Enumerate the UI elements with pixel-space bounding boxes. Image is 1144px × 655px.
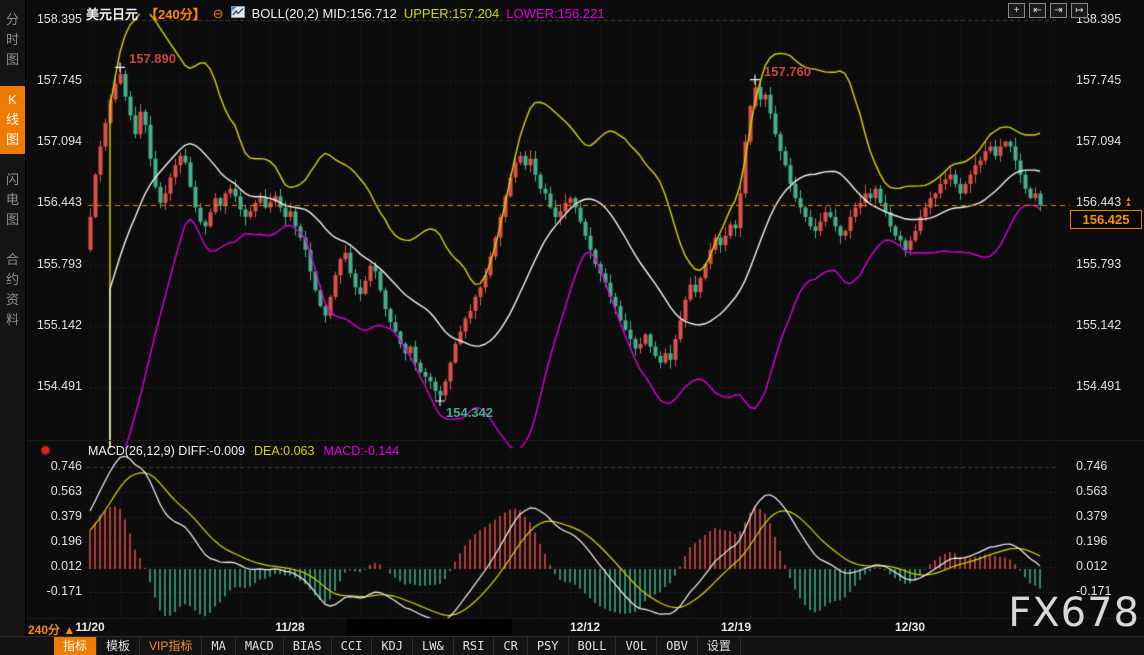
price-axis-label: 156.443 <box>24 195 82 209</box>
sidebar-item-flash[interactable]: 闪电图 <box>0 166 25 234</box>
boll-upper-readout: UPPER:157.204 <box>404 6 499 21</box>
goto-latest-icon[interactable]: ↦ <box>1071 3 1088 18</box>
boll-mid-readout: BOLL(20,2) MID:156.712 <box>252 6 397 21</box>
toolbar-tab-lw&[interactable]: LW& <box>413 637 454 655</box>
toolbar-tab-vol[interactable]: VOL <box>616 637 657 655</box>
macd-axis-label: 0.012 <box>1076 559 1142 573</box>
crosshair-icon[interactable]: + <box>1008 3 1025 18</box>
date-axis-label: 11/28 <box>262 620 318 634</box>
toolbar-tab-cr[interactable]: CR <box>494 637 527 655</box>
toolbar-tab-psy[interactable]: PSY <box>528 637 569 655</box>
chart-tools: + ⇤ ⇥ ↦ <box>1008 3 1088 18</box>
macd-axis-label: -0.171 <box>1076 584 1142 598</box>
toolbar-tab-cci[interactable]: CCI <box>332 637 373 655</box>
price-axis-label: 157.745 <box>24 73 82 87</box>
toolbar-tab-boll[interactable]: BOLL <box>569 637 617 655</box>
macd-axis-label: 0.196 <box>1076 534 1142 548</box>
macd-axis-label: 0.563 <box>1076 484 1142 498</box>
toolbar-tab-ma[interactable]: MA <box>202 637 235 655</box>
macd-dea-readout: DEA:0.063 <box>254 444 314 458</box>
macd-axis-label: 0.012 <box>24 559 82 573</box>
price-axis-label: 155.793 <box>24 257 82 271</box>
redaction-box <box>347 619 512 636</box>
toolbar-tab-bias[interactable]: BIAS <box>284 637 332 655</box>
price-up-marker-icon: ▲▲ <box>1125 197 1132 207</box>
price-axis-label: 157.094 <box>1076 134 1142 148</box>
compress-scale-icon[interactable]: ⇤ <box>1029 3 1046 18</box>
high-price-annotation: 157.890 <box>129 51 176 66</box>
indicator-settings-icon[interactable]: ✹ <box>40 443 51 459</box>
symbol-title: 美元日元 <box>86 4 138 23</box>
toolbar-tab-macd[interactable]: MACD <box>236 637 284 655</box>
macd-axis-label: -0.171 <box>24 584 82 598</box>
price-axis-label: 155.793 <box>1076 257 1142 271</box>
chart-header: 美元日元 【240分】 ⊖ BOLL(20,2) MID:156.712 UPP… <box>86 4 605 23</box>
last-price-tag: 156.425 <box>1070 210 1142 229</box>
toolbar-tab-指标[interactable]: 指标 <box>54 637 97 655</box>
date-axis-label: 12/30 <box>882 620 938 634</box>
expand-scale-icon[interactable]: ⇥ <box>1050 3 1067 18</box>
sidebar-item-kline[interactable]: K线图 <box>0 86 25 154</box>
macd-axis-label: 0.746 <box>24 459 82 473</box>
macd-diff-readout: MACD(26,12,9) DIFF:-0.009 <box>88 444 245 458</box>
price-axis-label: 157.745 <box>1076 73 1142 87</box>
price-axis-label: 154.491 <box>1076 379 1142 393</box>
clock-icon[interactable]: ⊖ <box>213 6 224 22</box>
macd-axis-label: 0.196 <box>24 534 82 548</box>
price-axis-label: 155.142 <box>1076 318 1142 332</box>
sidebar-item-timeshare[interactable]: 分时图 <box>0 6 25 74</box>
toolbar-tab-模板[interactable]: 模板 <box>97 637 140 655</box>
toolbar-tab-kdj[interactable]: KDJ <box>372 637 413 655</box>
chart-window: 分时图 K线图闪电图合约资料 美元日元 【240分】 ⊖ BOLL(20,2) M… <box>0 0 1144 655</box>
macd-axis-label: 0.746 <box>1076 459 1142 473</box>
toolbar-tab-vip指标[interactable]: VIP指标 <box>140 637 202 655</box>
period-label[interactable]: 【240分】 <box>145 4 206 23</box>
macd-value-readout: MACD:-0.144 <box>323 444 399 458</box>
price-axis-label: 158.395 <box>24 12 82 26</box>
price-axis-label: 154.491 <box>24 379 82 393</box>
price-chart-canvas[interactable] <box>0 0 1144 655</box>
indicator-toolbar: 指标模板VIP指标MAMACDBIASCCIKDJLW&RSICRPSYBOLL… <box>0 636 1144 655</box>
macd-header: MACD(26,12,9) DIFF:-0.009 DEA:0.063 MACD… <box>88 444 399 458</box>
macd-axis-label: 0.563 <box>24 484 82 498</box>
boll-indicator-icon <box>231 6 245 21</box>
macd-axis-label: 0.379 <box>24 509 82 523</box>
boll-lower-readout: LOWER:156.221 <box>506 6 604 21</box>
low-price-annotation: 154.342 <box>446 405 493 420</box>
toolbar-tab-rsi[interactable]: RSI <box>454 637 495 655</box>
price-axis-label: 156.443 <box>1076 195 1142 209</box>
high-price-annotation: 157.760 <box>764 64 811 79</box>
date-axis-label: 12/19 <box>708 620 764 634</box>
date-axis-label: 12/12 <box>557 620 613 634</box>
chart-type-sidebar: 分时图 K线图闪电图合约资料 <box>0 0 26 655</box>
price-axis-label: 157.094 <box>24 134 82 148</box>
toolbar-tab-obv[interactable]: OBV <box>657 637 698 655</box>
toolbar-tab-设置[interactable]: 设置 <box>698 637 741 655</box>
price-axis-label: 155.142 <box>24 318 82 332</box>
sidebar-item-contract-info[interactable]: 合约资料 <box>0 246 25 334</box>
macd-axis-label: 0.379 <box>1076 509 1142 523</box>
